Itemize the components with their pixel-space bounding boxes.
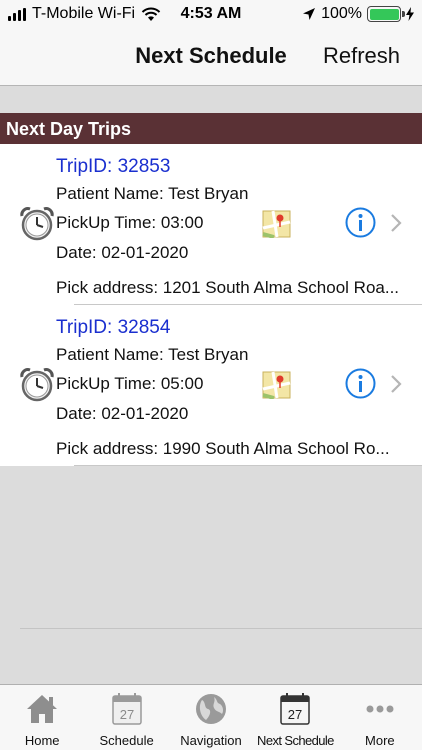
alarm-clock-icon (20, 368, 54, 402)
tab-label: Next Schedule (257, 733, 334, 748)
info-icon[interactable] (345, 368, 376, 399)
info-icon[interactable] (345, 207, 376, 238)
home-icon (27, 695, 58, 723)
tab-home[interactable]: Home (0, 685, 84, 750)
calendar-day: 27 (119, 707, 133, 722)
tab-navigation[interactable]: Navigation (169, 685, 253, 750)
charging-bolt-icon (406, 7, 414, 21)
chevron-right-icon (391, 214, 402, 232)
more-icon (366, 705, 394, 713)
divider (20, 628, 422, 629)
tab-schedule[interactable]: 27 Schedule (84, 685, 168, 750)
tab-label: Home (24, 733, 60, 748)
patient-name: Patient Name: Test Bryan (56, 345, 249, 364)
trip-row[interactable]: TripID: 32854 Patient Name: Test Bryan P… (0, 305, 422, 466)
tab-label: Schedule (99, 733, 154, 748)
status-right: 100% (302, 5, 414, 23)
trip-id: TripID: 32853 (56, 156, 171, 177)
nav-bar: Next Schedule Refresh (0, 30, 422, 86)
alarm-clock-icon (20, 207, 54, 241)
tab-label: Navigation (180, 733, 242, 748)
globe-icon (196, 694, 227, 724)
tab-next-schedule[interactable]: 27 Next Schedule (253, 685, 337, 750)
battery-fill (369, 8, 399, 20)
trip-row[interactable]: TripID: 32853 Patient Name: Test Bryan P… (0, 144, 422, 305)
calendar-icon: 27 (111, 693, 142, 725)
pick-address: Pick address: 1201 South Alma School Roa… (56, 278, 400, 297)
tab-label: More (365, 733, 395, 748)
map-icon[interactable] (262, 210, 291, 238)
location-arrow-icon (303, 8, 316, 20)
pickup-time: PickUp Time: 03:00 (56, 213, 204, 232)
tab-more[interactable]: More (338, 685, 422, 750)
tab-bar: Home 27 Schedule Navigation 27 Next Sche… (0, 684, 422, 750)
trip-list: TripID: 32853 Patient Name: Test Bryan P… (0, 144, 422, 466)
battery-percent: 100% (321, 5, 362, 22)
trip-id: TripID: 32854 (56, 317, 171, 338)
map-icon[interactable] (262, 371, 291, 399)
calendar-icon: 27 (280, 693, 311, 725)
trip-date: Date: 02-01-2020 (56, 404, 189, 423)
pickup-time: PickUp Time: 05:00 (56, 374, 204, 393)
refresh-button[interactable]: Refresh (323, 43, 400, 69)
trip-date: Date: 02-01-2020 (56, 243, 189, 262)
section-header: Next Day Trips (0, 113, 422, 144)
battery-icon (367, 6, 405, 22)
row-separator (74, 465, 422, 466)
pick-address: Pick address: 1990 South Alma School Ro.… (56, 439, 390, 458)
calendar-day: 27 (288, 707, 302, 722)
chevron-right-icon (391, 375, 402, 393)
status-bar: T-Mobile Wi-Fi 4:53 AM 100% (0, 0, 422, 30)
patient-name: Patient Name: Test Bryan (56, 184, 249, 203)
